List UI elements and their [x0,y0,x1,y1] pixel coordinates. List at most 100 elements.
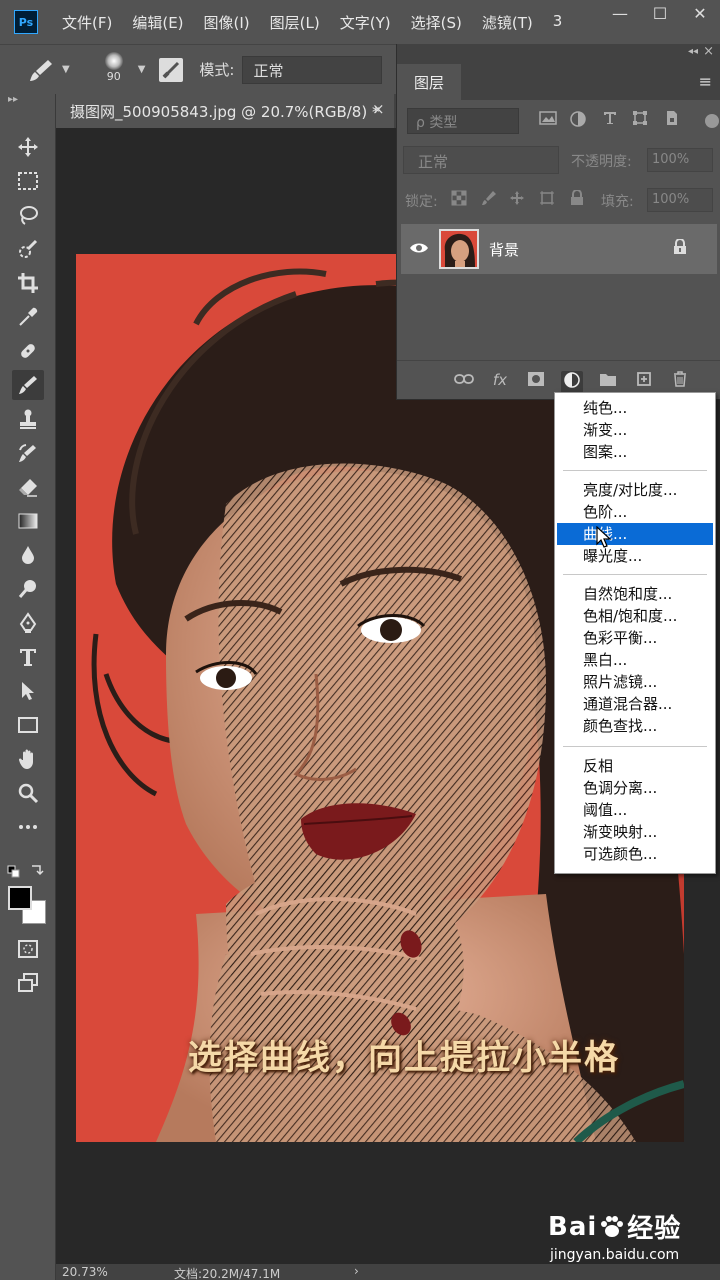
menu-type[interactable]: 文字(Y) [340,12,391,33]
opacity-field[interactable]: 100% [647,148,713,172]
chevron-down-icon[interactable]: ▼ [138,64,146,75]
visibility-eye-icon[interactable] [409,240,429,256]
hand-tool-icon[interactable] [12,744,44,774]
color-swatches[interactable] [8,886,48,926]
menu-item-channel-mixer[interactable]: 通道混合器... [557,693,713,715]
chevron-down-icon[interactable]: ▼ [62,64,70,75]
menu-select[interactable]: 选择(S) [411,12,462,33]
zoom-level[interactable]: 20.73% [62,1265,108,1279]
foreground-color-swatch[interactable] [8,886,32,910]
menu-filter[interactable]: 滤镜(T) [482,12,533,33]
menu-item-levels[interactable]: 色阶... [557,501,713,523]
eraser-tool-icon[interactable] [12,472,44,502]
menu-item-threshold[interactable]: 阈值... [557,799,713,821]
menu-item-color-balance[interactable]: 色彩平衡... [557,627,713,649]
collapse-panel-icon[interactable]: ◂◂ [688,46,698,57]
blur-tool-icon[interactable] [12,540,44,570]
menu-item-black-white[interactable]: 黑白... [557,649,713,671]
layer-filter-select[interactable]: ρ 类型 [407,108,519,134]
menu-item-pattern[interactable]: 图案... [557,441,713,463]
lock-artboard-icon[interactable] [537,190,557,210]
layer-row-background[interactable]: 背景 [401,224,717,274]
menu-item-exposure[interactable]: 曝光度... [557,545,713,567]
menu-file[interactable]: 文件(F) [62,12,112,33]
menu-3d[interactable]: 3 [553,12,563,33]
layers-panel: ◂◂ × 图层 ≡ ρ 类型 正常 不透明度: 100% 锁定: 填充: 100… [396,44,720,400]
baidu-logo: Bai 经验 [548,1208,708,1245]
adjustment-filter-icon[interactable] [567,110,589,132]
close-panel-icon[interactable]: × [703,44,714,59]
brush-size-picker[interactable]: 90 [96,50,132,90]
adjustment-layer-icon[interactable] [561,371,583,393]
lock-image-pixels-icon[interactable] [479,190,499,210]
layer-name[interactable]: 背景 [489,239,519,260]
brush-tool-icon[interactable] [12,370,44,400]
quick-selection-tool-icon[interactable] [12,234,44,264]
new-group-icon[interactable] [597,371,619,393]
menu-layer[interactable]: 图层(L) [270,12,320,33]
menu-item-vibrance[interactable]: 自然饱和度... [557,583,713,605]
pen-tool-icon[interactable] [12,608,44,638]
zoom-tool-icon[interactable] [12,778,44,808]
collapse-icon[interactable]: ▸▸ [8,94,18,105]
blend-mode-select[interactable]: 正常 [403,146,559,174]
panel-menu-icon[interactable]: ≡ [699,72,712,91]
menu-item-brightness-contrast[interactable]: 亮度/对比度... [557,479,713,501]
menu-item-selective-color[interactable]: 可选颜色... [557,843,713,865]
more-tools-icon[interactable] [12,812,44,842]
screen-mode-icon[interactable] [12,968,44,998]
lock-transparent-pixels-icon[interactable] [449,190,469,210]
lock-position-icon[interactable] [507,190,527,210]
menu-item-color-lookup[interactable]: 颜色查找... [557,715,713,737]
healing-brush-icon[interactable] [12,336,44,366]
add-mask-icon[interactable] [525,371,547,393]
tab-layers[interactable]: 图层 [397,64,461,100]
close-window-button[interactable]: ✕ [680,0,720,26]
document-tab[interactable]: 摄图网_500905843.jpg @ 20.7%(RGB/8) * [56,94,394,128]
menu-item-photo-filter[interactable]: 照片滤镜... [557,671,713,693]
brush-settings-icon[interactable] [159,57,184,82]
link-layers-icon[interactable] [453,371,475,393]
default-colors-icon[interactable] [6,862,46,880]
quick-mask-icon[interactable] [12,934,44,964]
fx-icon[interactable]: fx [489,371,511,393]
stamp-tool-icon[interactable] [12,404,44,434]
eyedropper-tool-icon[interactable] [12,302,44,332]
menu-item-hue-saturation[interactable]: 色相/饱和度... [557,605,713,627]
status-menu-arrow-icon[interactable]: › [354,1264,359,1278]
brush-tool-preset-icon[interactable] [26,55,56,85]
brand-left-text: Bai [548,1211,598,1242]
menu-edit[interactable]: 编辑(E) [132,12,183,33]
lock-all-icon[interactable] [567,189,587,210]
dodge-tool-icon[interactable] [12,574,44,604]
menu-item-curves[interactable]: 曲线... [557,523,713,545]
menu-item-invert[interactable]: 反相 [557,755,713,777]
fill-field[interactable]: 100% [647,188,713,212]
close-tab-icon[interactable]: × [372,100,385,118]
type-tool-icon[interactable] [12,642,44,672]
menu-item-posterize[interactable]: 色调分离... [557,777,713,799]
smart-object-filter-icon[interactable] [661,110,683,132]
minimize-button[interactable]: — [600,0,640,26]
mode-select[interactable]: 正常 [242,55,383,84]
new-layer-icon[interactable] [633,371,655,393]
history-brush-icon[interactable] [12,438,44,468]
gradient-tool-icon[interactable] [12,506,44,536]
filter-toggle[interactable] [705,114,719,128]
menu-item-solid-color[interactable]: 纯色... [557,397,713,419]
menu-item-gradient[interactable]: 渐变... [557,419,713,441]
lasso-tool-icon[interactable] [12,200,44,230]
marquee-tool-icon[interactable] [12,166,44,196]
path-selection-tool-icon[interactable] [12,676,44,706]
layer-lock-icon [673,238,687,255]
delete-layer-icon[interactable] [669,371,691,393]
type-filter-icon[interactable] [599,110,621,132]
menu-image[interactable]: 图像(I) [204,12,250,33]
shape-filter-icon[interactable] [629,110,651,132]
maximize-button[interactable]: ☐ [640,0,680,26]
image-filter-icon[interactable] [537,110,559,132]
move-tool-icon[interactable] [12,132,44,162]
crop-tool-icon[interactable] [12,268,44,298]
rectangle-tool-icon[interactable] [12,710,44,740]
menu-item-gradient-map[interactable]: 渐变映射... [557,821,713,843]
